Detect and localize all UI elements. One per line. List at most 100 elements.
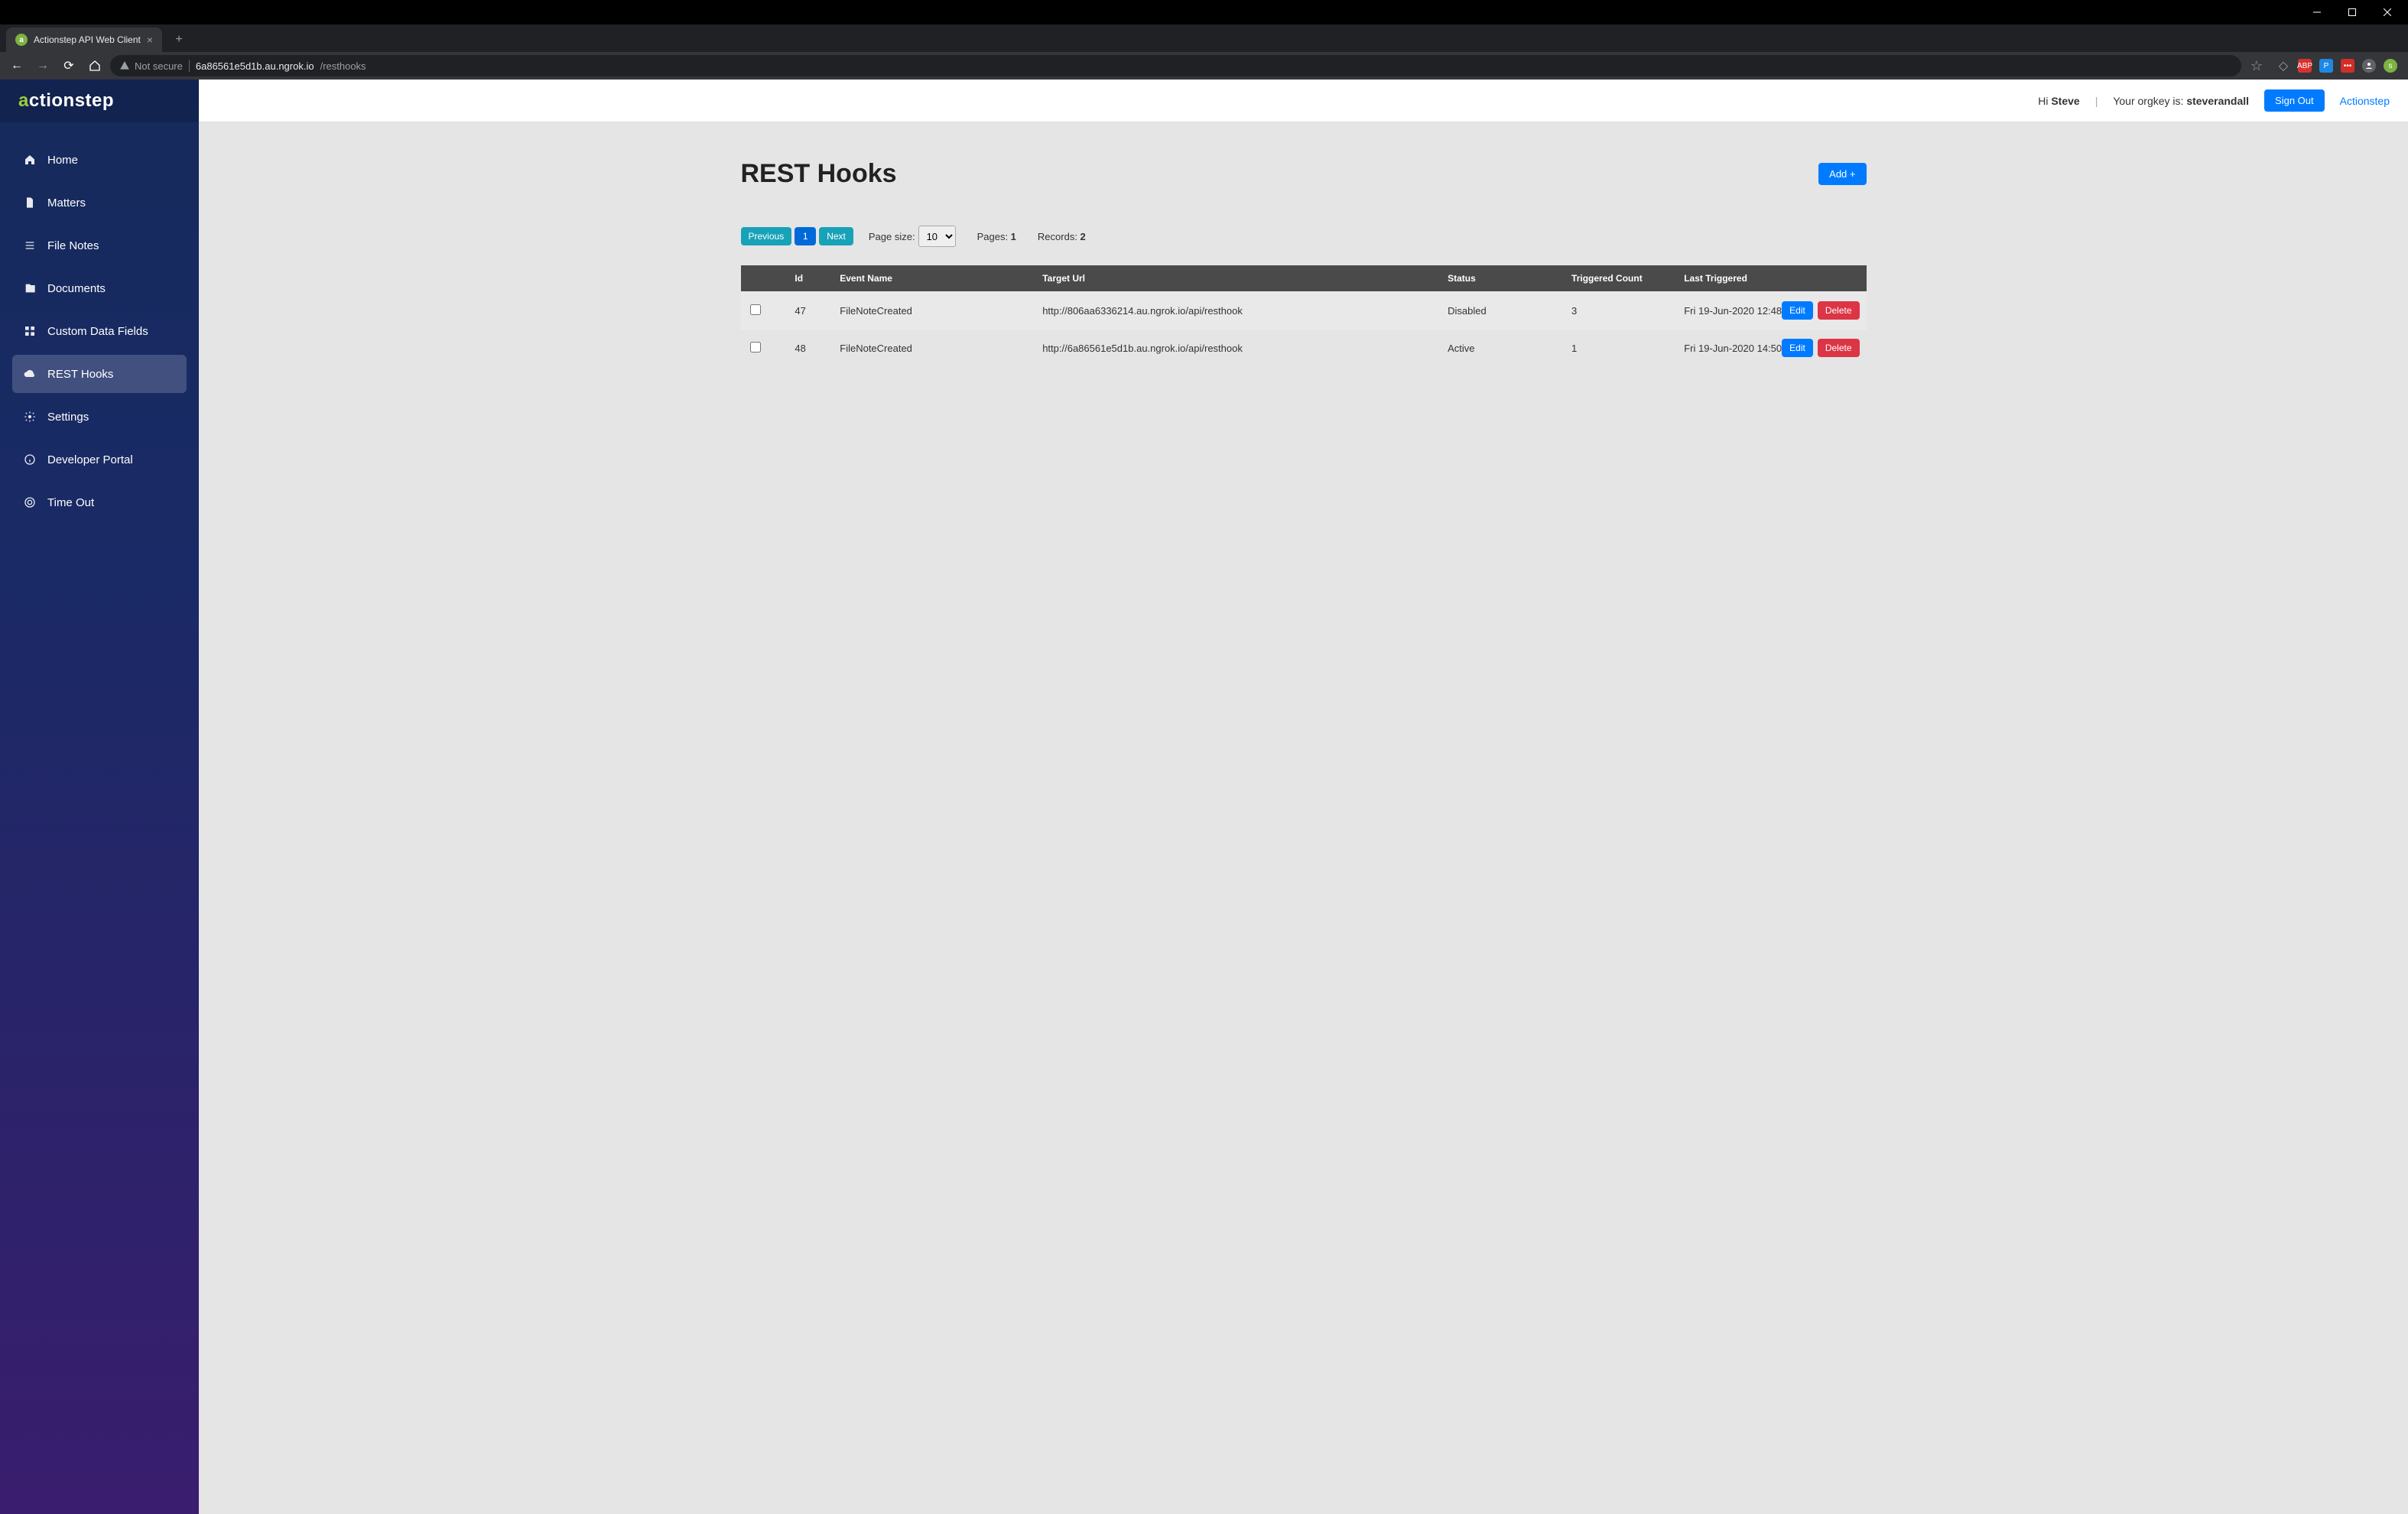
col-header-count: Triggered Count (1562, 265, 1675, 292)
window-close-button[interactable] (2370, 0, 2405, 24)
logo-text: ctionstep (29, 90, 114, 112)
files-icon (23, 282, 37, 294)
main-content: REST Hooks Add + Previous 1 Next Page si… (199, 122, 2408, 1514)
table-row: 47 FileNoteCreated http://806aa6336214.a… (741, 292, 1867, 330)
cell-id: 47 (785, 292, 830, 330)
tab-close-button[interactable]: × (147, 34, 153, 46)
cell-last: Fri 19-Jun-2020 14:50 (1684, 343, 1782, 354)
window-titlebar (0, 0, 2408, 24)
url-path: /resthooks (320, 60, 366, 72)
delete-button[interactable]: Delete (1818, 339, 1860, 357)
sidebar-item-label: Settings (47, 411, 89, 424)
favicon-icon: a (15, 34, 28, 46)
sidebar-item-developer-portal[interactable]: Developer Portal (12, 440, 187, 479)
table-header-row: Id Event Name Target Url Status Triggere… (741, 265, 1867, 292)
browser-reload-button[interactable]: ⟳ (58, 55, 80, 76)
page-number-button[interactable]: 1 (795, 227, 816, 245)
browser-extensions: ◇ ABP P ••• s (2272, 59, 2402, 73)
browser-tab[interactable]: a Actionstep API Web Client × (6, 28, 162, 52)
previous-page-button[interactable]: Previous (741, 227, 792, 245)
sidebar-item-file-notes[interactable]: File Notes (12, 226, 187, 265)
rest-hooks-table: Id Event Name Target Url Status Triggere… (741, 265, 1867, 366)
browser-address-bar[interactable]: Not secure 6a86561e5d1b.au.ngrok.io/rest… (110, 55, 2241, 76)
cell-last: Fri 19-Jun-2020 12:48 (1684, 305, 1782, 317)
col-header-select (741, 265, 786, 292)
app-topbar: Hi Steve | Your orgkey is: steverandall … (199, 80, 2408, 122)
cloud-icon (23, 368, 37, 380)
orgkey-text: Your orgkey is: steverandall (2113, 95, 2249, 107)
row-select-checkbox[interactable] (750, 342, 761, 353)
document-icon (23, 197, 37, 209)
sidebar-item-label: Custom Data Fields (47, 325, 148, 338)
page-size-select[interactable]: 10 (918, 226, 956, 247)
sidebar-item-time-out[interactable]: Time Out (12, 483, 187, 521)
window-maximize-button[interactable] (2335, 0, 2370, 24)
cell-event: FileNoteCreated (830, 292, 1033, 330)
sidebar-item-label: Time Out (47, 496, 94, 509)
sidebar-item-label: Matters (47, 197, 86, 210)
records-indicator: Records: 2 (1038, 231, 1086, 242)
sidebar-item-rest-hooks[interactable]: REST Hooks (12, 355, 187, 393)
logo-accent: a (18, 90, 29, 112)
bookmark-star-icon[interactable]: ☆ (2246, 55, 2267, 76)
sidebar-item-custom-data-fields[interactable]: Custom Data Fields (12, 312, 187, 350)
sidebar-item-documents[interactable]: Documents (12, 269, 187, 307)
col-header-url: Target Url (1033, 265, 1438, 292)
sidebar-item-matters[interactable]: Matters (12, 184, 187, 222)
app-sidebar: actionstep Home Matters File Notes Docum… (0, 80, 199, 1514)
sidebar-item-label: File Notes (47, 239, 99, 252)
tab-title: Actionstep API Web Client (34, 34, 141, 45)
security-indicator[interactable]: Not secure (119, 60, 183, 72)
user-badge-icon[interactable]: s (2384, 59, 2397, 73)
lastpass-icon[interactable]: ••• (2341, 59, 2354, 73)
cell-id: 48 (785, 330, 830, 367)
pages-indicator: Pages: 1 (977, 231, 1016, 242)
edit-button[interactable]: Edit (1782, 339, 1813, 357)
window-minimize-button[interactable] (2299, 0, 2335, 24)
separator: | (2095, 95, 2098, 107)
delete-button[interactable]: Delete (1818, 301, 1860, 320)
next-page-button[interactable]: Next (819, 227, 853, 245)
pagination-controls: Previous 1 Next Page size: 10 Pages: 1 R… (741, 226, 1867, 247)
sidebar-item-settings[interactable]: Settings (12, 398, 187, 436)
col-header-id: Id (785, 265, 830, 292)
table-row: 48 FileNoteCreated http://6a86561e5d1b.a… (741, 330, 1867, 367)
gear-icon (23, 411, 37, 423)
page-title: REST Hooks (741, 159, 897, 189)
browser-forward-button[interactable]: → (32, 55, 54, 76)
not-secure-label: Not secure (135, 60, 183, 72)
add-button[interactable]: Add + (1818, 163, 1866, 185)
target-icon (23, 496, 37, 508)
page-size-label: Page size: (869, 231, 915, 242)
actionstep-link[interactable]: Actionstep (2340, 95, 2390, 107)
adblock-icon[interactable]: ABP (2298, 59, 2312, 73)
browser-tab-strip: a Actionstep API Web Client × + (0, 24, 2408, 52)
profile-avatar-icon[interactable] (2362, 59, 2376, 73)
sidebar-item-label: Home (47, 154, 78, 167)
sidebar-item-label: REST Hooks (47, 368, 113, 381)
browser-home-button[interactable] (84, 55, 106, 76)
app-logo[interactable]: actionstep (0, 80, 199, 122)
col-header-event: Event Name (830, 265, 1033, 292)
cell-event: FileNoteCreated (830, 330, 1033, 367)
sidebar-item-home[interactable]: Home (12, 141, 187, 179)
info-icon (23, 453, 37, 466)
new-tab-button[interactable]: + (168, 29, 190, 50)
sign-out-button[interactable]: Sign Out (2264, 89, 2325, 112)
edit-button[interactable]: Edit (1782, 301, 1813, 320)
cell-count: 1 (1562, 330, 1675, 367)
row-select-checkbox[interactable] (750, 304, 761, 315)
browser-back-button[interactable]: ← (6, 55, 28, 76)
warning-icon (119, 60, 130, 71)
url-host: 6a86561e5d1b.au.ngrok.io (196, 60, 314, 72)
browser-toolbar: ← → ⟳ Not secure 6a86561e5d1b.au.ngrok.i… (0, 52, 2408, 80)
brave-shield-icon[interactable]: ◇ (2276, 59, 2290, 73)
extension-icon[interactable]: P (2319, 59, 2333, 73)
sidebar-item-label: Developer Portal (47, 453, 133, 466)
cell-count: 3 (1562, 292, 1675, 330)
cell-status: Active (1438, 330, 1562, 367)
sidebar-item-label: Documents (47, 282, 106, 295)
col-header-status: Status (1438, 265, 1562, 292)
cell-status: Disabled (1438, 292, 1562, 330)
home-icon (23, 154, 37, 166)
